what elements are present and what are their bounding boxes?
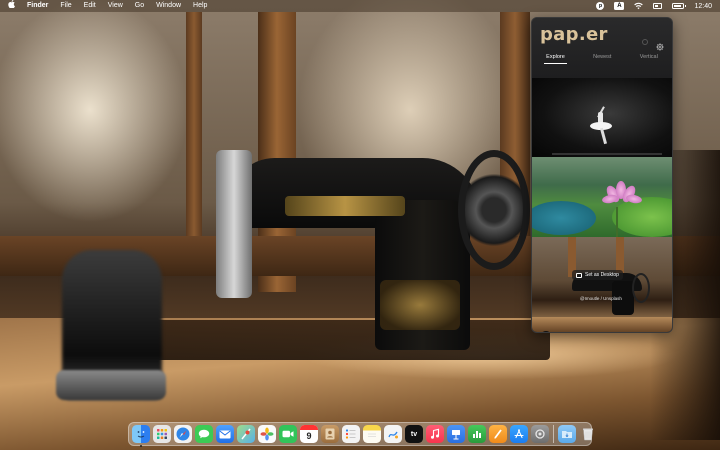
calendar-icon[interactable]: 9 [300, 425, 318, 443]
tv-label: tv [410, 430, 418, 438]
maps-icon[interactable] [237, 425, 255, 443]
keynote-icon[interactable] [447, 425, 465, 443]
mail-icon[interactable] [216, 425, 234, 443]
wifi-icon[interactable] [634, 2, 644, 10]
wallpaper-machine-decal [380, 280, 460, 330]
menu-view[interactable]: View [108, 0, 123, 12]
menu-go[interactable]: Go [135, 0, 144, 12]
wallpaper-handwheel [458, 150, 530, 270]
tab-vertical[interactable]: Vertical [638, 54, 660, 64]
menu-window[interactable]: Window [156, 0, 181, 12]
thumb-lotus-leaf [612, 197, 672, 237]
paper-status-icon[interactable]: p [596, 2, 605, 10]
trash-icon[interactable] [579, 425, 597, 443]
numbers-icon[interactable] [468, 425, 486, 443]
paper-header-icons [642, 38, 664, 51]
paper-popover: pap.er Explore Newest Vertical Set as De… [531, 17, 673, 333]
thumb-window-frame [616, 237, 624, 273]
menu-edit[interactable]: Edit [84, 0, 96, 12]
apple-logo-icon[interactable] [8, 0, 15, 12]
menu-app-name[interactable]: Finder [27, 0, 48, 12]
gear-icon[interactable] [656, 38, 664, 51]
photo-credit[interactable]: @Imoutle / Unsplash [580, 296, 622, 301]
refresh-icon[interactable] [642, 39, 648, 45]
facetime-icon[interactable] [279, 425, 297, 443]
input-source-icon[interactable]: A [614, 2, 625, 10]
battery-icon[interactable] [672, 3, 687, 9]
messages-icon[interactable] [195, 425, 213, 443]
downloads-folder-icon[interactable] [558, 425, 576, 443]
thumb-handwheel [632, 273, 650, 303]
tv-icon[interactable]: tv [405, 425, 423, 443]
dock-separator [553, 425, 554, 443]
wallpaper-iron-base [56, 370, 166, 400]
wallpaper-thumbnail-ballet[interactable] [532, 78, 672, 157]
thumb-dancer-leg [599, 127, 608, 145]
calendar-day: 9 [306, 431, 312, 441]
freeform-icon[interactable] [384, 425, 402, 443]
launchpad-icon[interactable] [153, 425, 171, 443]
menu-bar-clock[interactable]: 12:40 [694, 3, 712, 10]
thumb-lotus-stem [616, 207, 618, 237]
tab-explore[interactable]: Explore [544, 54, 567, 64]
thumb-table [532, 317, 672, 332]
reminders-icon[interactable] [342, 425, 360, 443]
wallpaper-machine-decal [285, 196, 405, 216]
thumb-floor [552, 153, 662, 155]
tab-newest[interactable]: Newest [591, 54, 613, 64]
menu-help[interactable]: Help [193, 0, 207, 12]
notes-icon[interactable] [363, 425, 381, 443]
menu-bar: Finder File Edit View Go Window Help p A… [0, 0, 720, 12]
control-center-icon[interactable] [653, 3, 663, 9]
menu-bar-status-area: p A 12:40 [596, 2, 712, 10]
wallpaper-thumbnail-sewing-machine[interactable]: Set as Desktop @Imoutle / Unsplash [532, 237, 672, 332]
safari-icon[interactable] [174, 425, 192, 443]
desktop-icon [576, 272, 582, 278]
system-settings-icon[interactable] [531, 425, 549, 443]
finder-icon[interactable] [132, 425, 150, 447]
menu-file[interactable]: File [60, 0, 71, 12]
running-indicator [140, 445, 142, 447]
contacts-icon[interactable] [321, 425, 339, 443]
wallpaper-window-frame [186, 12, 202, 240]
music-icon[interactable] [426, 425, 444, 443]
paper-tabs: Explore Newest Vertical [532, 54, 672, 64]
photos-icon[interactable] [258, 425, 276, 443]
set-as-desktop-label: Set as Desktop [585, 272, 619, 278]
dock: 9 tv [128, 422, 593, 447]
pages-icon[interactable] [489, 425, 507, 443]
wallpaper-thumbnail-lotus[interactable] [532, 157, 672, 237]
thumb-lotus-petal [601, 193, 619, 205]
paper-header: pap.er Explore Newest Vertical [532, 18, 672, 78]
set-as-desktop-button[interactable]: Set as Desktop [572, 270, 623, 280]
app-store-icon[interactable] [510, 425, 528, 443]
wallpaper-machine-base [150, 320, 550, 360]
wallpaper-sewing-machine-plate [216, 150, 252, 298]
paper-logo: pap.er [540, 24, 608, 45]
thumb-lotus-leaf [532, 201, 596, 235]
